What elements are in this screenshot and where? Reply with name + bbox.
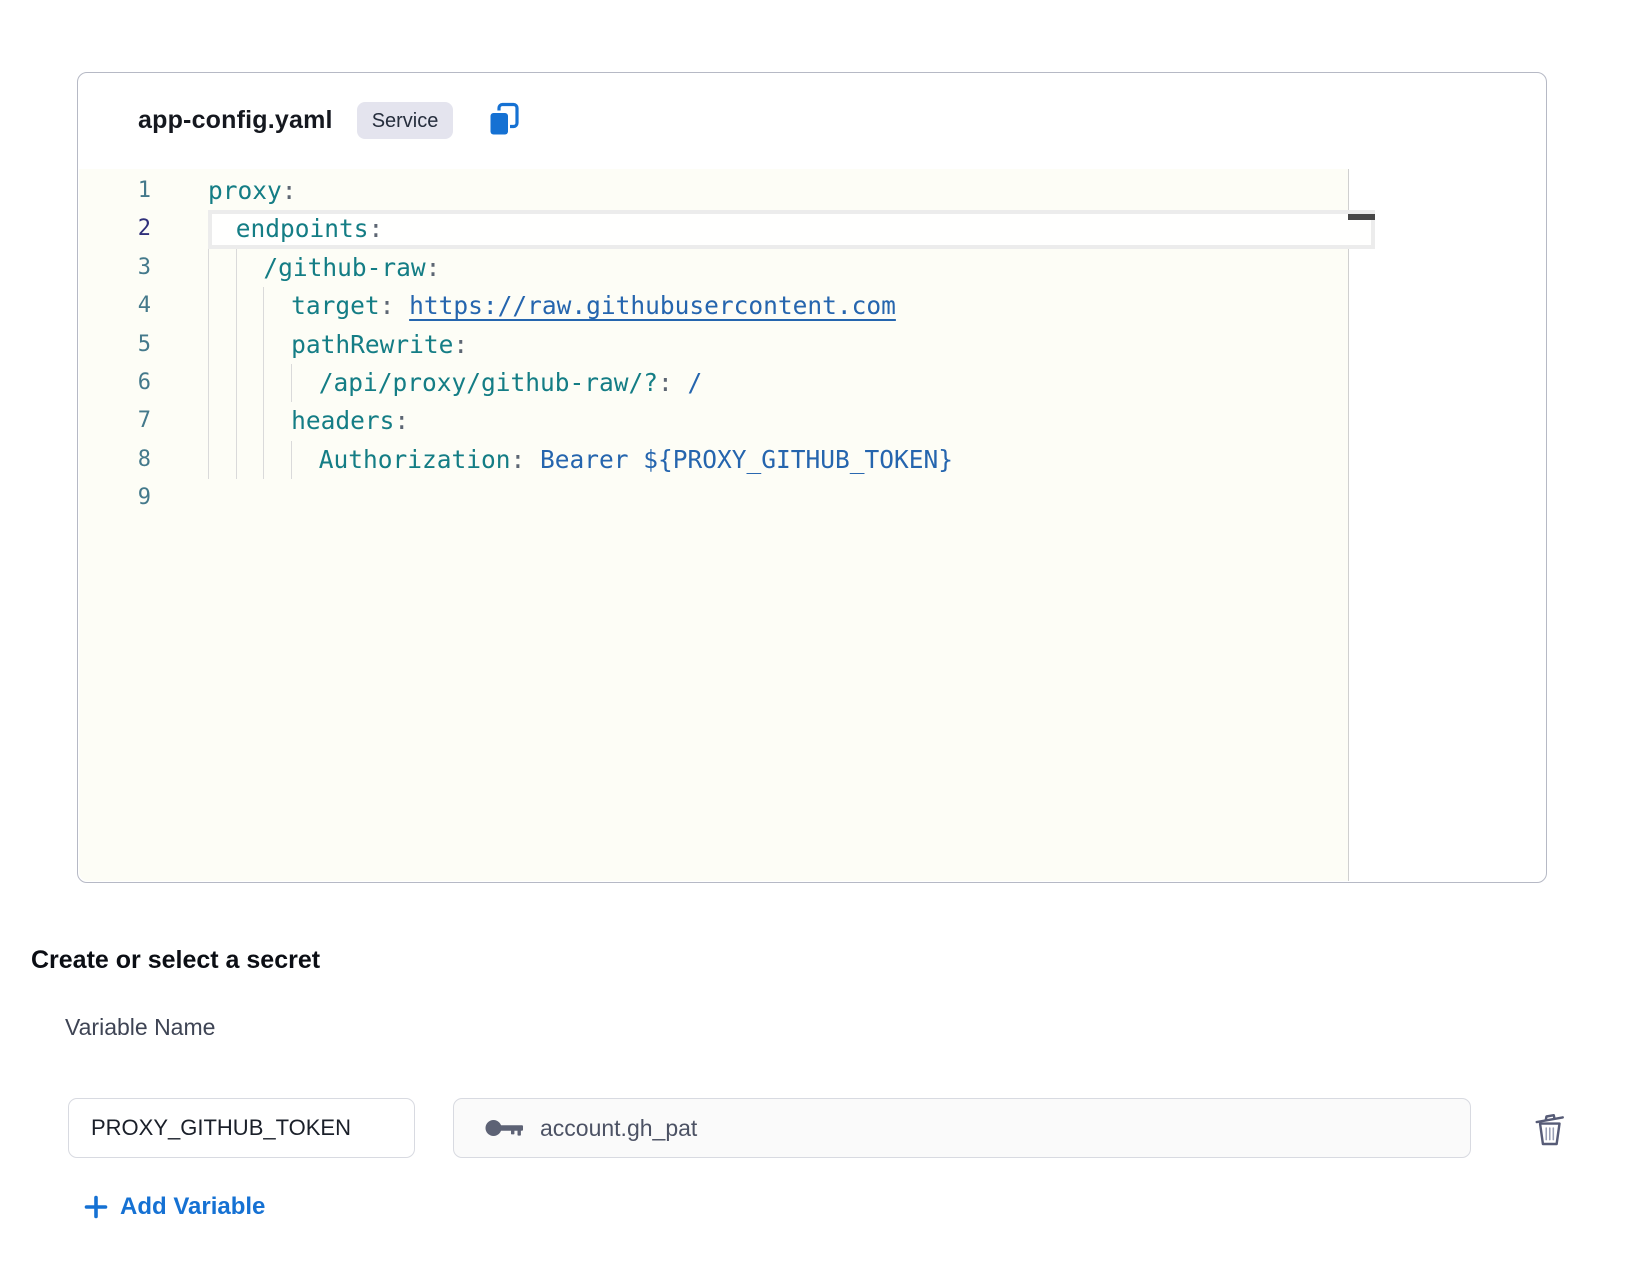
line-number: 9 — [79, 479, 208, 517]
line-number: 7 — [79, 402, 208, 440]
code-token: : — [368, 214, 383, 243]
line-number: 8 — [79, 441, 208, 479]
code-token — [394, 291, 409, 320]
add-variable-label: Add Variable — [120, 1193, 265, 1221]
code-content: proxy: — [208, 172, 1375, 210]
file-title: app-config.yaml — [138, 106, 333, 135]
code-token: pathRewrite — [291, 330, 453, 359]
code-line[interactable]: 5 pathRewrite: — [79, 326, 1375, 364]
indent-guide-line — [263, 326, 291, 364]
indent-guide-line — [263, 441, 291, 479]
code-token — [525, 445, 540, 474]
code-line[interactable]: 1proxy: — [79, 172, 1375, 210]
line-number: 5 — [79, 326, 208, 364]
indent-guide-line — [208, 441, 236, 479]
line-number: 4 — [79, 287, 208, 325]
add-variable-button[interactable]: Add Variable — [84, 1193, 265, 1221]
code-content: headers: — [208, 402, 1375, 440]
variable-name-label: Variable Name — [65, 1014, 215, 1041]
code-token: headers — [291, 406, 394, 435]
code-url-link[interactable]: https://raw.githubusercontent.com — [409, 291, 896, 320]
code-tokens: Authorization: Bearer ${PROXY_GITHUB_TOK… — [319, 441, 953, 479]
indent-guide-line — [208, 402, 236, 440]
plus-icon — [84, 1195, 108, 1219]
line-number: 3 — [79, 249, 208, 287]
line-number: 6 — [79, 364, 208, 402]
code-card: app-config.yaml Service 1proxy:2endpoint… — [77, 72, 1547, 883]
indent-guide-line — [208, 287, 236, 325]
indent-guide-line — [208, 364, 236, 402]
indent-guide-line — [208, 210, 236, 248]
code-content: Authorization: Bearer ${PROXY_GITHUB_TOK… — [208, 441, 1375, 479]
code-editor[interactable]: 1proxy:2endpoints:3/github-raw:4target: … — [79, 169, 1375, 881]
indent-guide-line — [236, 249, 264, 287]
line-number: 1 — [79, 172, 208, 210]
code-line[interactable]: 8 Authorization: Bearer ${PROXY_GITHUB_TO… — [79, 441, 1375, 479]
editor-scrollbar-thumb[interactable] — [1348, 214, 1375, 220]
code-line[interactable]: 9 — [79, 479, 1375, 517]
code-token: Authorization — [319, 445, 511, 474]
code-token: proxy — [208, 176, 282, 205]
code-content — [208, 479, 1375, 517]
code-lines: 1proxy:2endpoints:3/github-raw:4target: … — [79, 169, 1375, 518]
indent-guide-line — [236, 287, 264, 325]
code-token: endpoints — [236, 214, 369, 243]
copy-icon — [485, 101, 523, 139]
indent-guide-line — [291, 441, 319, 479]
code-content: endpoints: — [208, 210, 1375, 248]
indent-guide-line — [263, 402, 291, 440]
key-icon — [485, 1118, 525, 1138]
indent-guide-line — [236, 364, 264, 402]
code-content: target: https://raw.githubusercontent.co… — [208, 287, 1375, 325]
code-token: : — [511, 445, 526, 474]
secret-value: account.gh_pat — [540, 1115, 697, 1142]
code-token: : — [282, 176, 297, 205]
code-line[interactable]: 4 target: https://raw.githubusercontent.c… — [79, 287, 1375, 325]
secret-select-field[interactable]: account.gh_pat — [453, 1098, 1471, 1158]
code-tokens: endpoints: — [236, 210, 384, 248]
indent-guide-line — [263, 364, 291, 402]
code-card-header: app-config.yaml Service — [138, 101, 523, 139]
code-token: target — [291, 291, 380, 320]
code-token: Bearer ${PROXY_GITHUB_TOKEN} — [540, 445, 953, 474]
indent-guide-line — [236, 441, 264, 479]
code-tokens: headers: — [291, 402, 409, 440]
code-token: /api/proxy/github-raw/? — [319, 368, 658, 397]
indent-guide-line — [208, 326, 236, 364]
code-tokens: /api/proxy/github-raw/?: / — [319, 364, 703, 402]
code-content: /api/proxy/github-raw/?: / — [208, 364, 1375, 402]
code-line[interactable]: 6/api/proxy/github-raw/?: / — [79, 364, 1375, 402]
code-tokens: target: https://raw.githubusercontent.co… — [291, 287, 896, 325]
indent-guide-line — [263, 287, 291, 325]
code-line[interactable]: 7 headers: — [79, 402, 1375, 440]
code-tokens: /github-raw: — [263, 249, 440, 287]
indent-guide-line — [208, 249, 236, 287]
code-token: / — [688, 368, 703, 397]
indent-guide-line — [291, 364, 319, 402]
code-line[interactable]: 3/github-raw: — [79, 249, 1375, 287]
indent-guide-line — [236, 402, 264, 440]
code-content: pathRewrite: — [208, 326, 1375, 364]
variable-name-input[interactable] — [68, 1098, 415, 1158]
code-tokens: proxy: — [208, 172, 297, 210]
code-line[interactable]: 2 endpoints: — [79, 210, 1375, 248]
delete-variable-button[interactable] — [1528, 1106, 1572, 1150]
indent-guide-line — [236, 326, 264, 364]
code-token: : — [380, 291, 395, 320]
copy-button[interactable] — [485, 101, 523, 139]
code-token: : — [453, 330, 468, 359]
code-token: /github-raw — [263, 253, 425, 282]
trash-icon — [1531, 1107, 1569, 1149]
line-number: 2 — [79, 210, 208, 248]
code-content: /github-raw: — [208, 249, 1375, 287]
secret-section-heading: Create or select a secret — [31, 946, 320, 975]
code-token: : — [394, 406, 409, 435]
code-token — [673, 368, 688, 397]
code-tokens: pathRewrite: — [291, 326, 468, 364]
code-token: : — [658, 368, 673, 397]
code-token: : — [426, 253, 441, 282]
service-badge: Service — [357, 102, 454, 139]
